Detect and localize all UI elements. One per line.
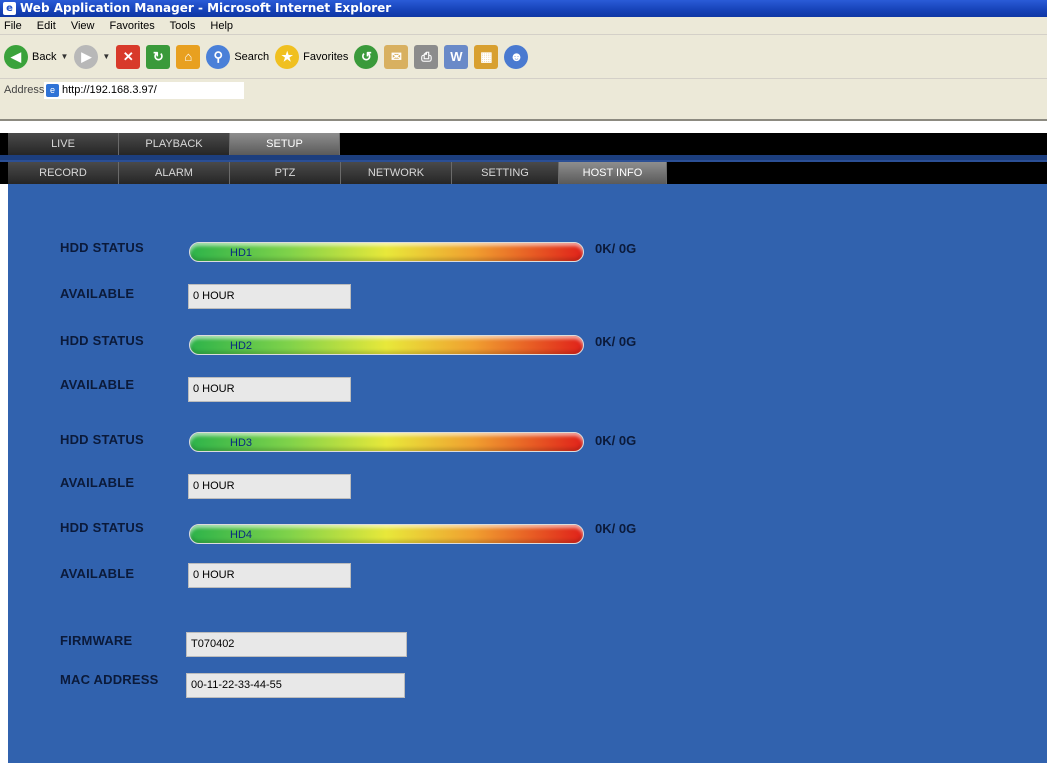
available-field: 0 HOUR [188,474,351,499]
firmware-label: FIRMWARE [60,633,133,648]
hdd-status-label: HDD STATUS [60,520,144,535]
search-icon: ⚲ [206,44,231,69]
tab-network[interactable]: NETWORK [341,162,452,184]
firmware-field: T070402 [186,632,407,657]
hdd-name: HD4 [230,529,253,541]
forward-button[interactable]: ▶ ▼ [74,44,110,69]
page-icon: e [46,84,59,97]
tab-live[interactable]: LIVE [8,133,119,155]
available-label: AVAILABLE [60,286,135,301]
tab-playback[interactable]: PLAYBACK [119,133,230,155]
hdd-name: HD1 [230,247,253,259]
back-button[interactable]: ◀ Back ▼ [4,44,68,69]
menu-file[interactable]: File [4,20,22,32]
address-label: Address [4,84,45,96]
messenger-icon[interactable]: ☻ [504,44,529,69]
stop-icon[interactable]: ✕ [116,44,141,69]
hdd-status-label: HDD STATUS [60,240,144,255]
available-field: 0 HOUR [188,563,351,588]
mac-address-field: 00-11-22-33-44-55 [186,673,405,698]
tab-setup[interactable]: SETUP [230,133,340,155]
available-label: AVAILABLE [60,566,135,581]
menu-view[interactable]: View [71,20,95,32]
menu-tools[interactable]: Tools [170,20,196,32]
secondary-nav: RECORD ALARM PTZ NETWORK SETTING HOST IN… [0,160,1047,184]
menu-bar: File Edit View Favorites Tools Help [0,17,1047,35]
mail-icon[interactable]: ✉ [384,44,409,69]
hdd-status-label: HDD STATUS [60,333,144,348]
tab-record[interactable]: RECORD [8,162,119,184]
tab-setting[interactable]: SETTING [452,162,559,184]
hdd-name: HD3 [230,437,253,449]
history-icon[interactable]: ↺ [354,44,379,69]
address-input[interactable]: e http://192.168.3.97/ [44,82,244,99]
hdd-usage-bar: HD4 [189,524,584,544]
browser-toolbar: ◀ Back ▼ ▶ ▼ ✕ ↻ ⌂ ⚲ Search ★ Favorites … [0,35,1047,79]
favorites-button-label: Favorites [303,50,349,63]
hdd-usage-bar: HD1 [189,242,584,262]
edit-icon[interactable]: W [444,44,469,69]
forward-arrow-icon: ▶ [74,44,99,69]
available-label: AVAILABLE [60,377,135,392]
hdd-usage-text: 0K/ 0G [595,433,637,448]
available-field: 0 HOUR [188,377,351,402]
menu-help[interactable]: Help [210,20,233,32]
tab-host-info[interactable]: HOST INFO [559,162,667,184]
search-button[interactable]: ⚲ Search [206,44,270,69]
hdd-usage-bar: HD3 [189,432,584,452]
hdd-usage-text: 0K/ 0G [595,334,637,349]
discuss-icon[interactable]: ▦ [474,44,499,69]
tab-ptz[interactable]: PTZ [230,162,341,184]
home-icon[interactable]: ⌂ [176,44,201,69]
address-url: http://192.168.3.97/ [62,84,157,96]
menu-favorites[interactable]: Favorites [110,20,155,32]
hdd-usage-text: 0K/ 0G [595,521,637,536]
back-arrow-icon: ◀ [4,44,28,69]
host-info-panel: HDD STATUS HD1 0K/ 0G AVAILABLE 0 HOUR H… [8,184,1047,763]
refresh-icon[interactable]: ↻ [146,44,171,69]
forward-dropdown-icon[interactable]: ▼ [102,52,110,61]
search-button-label: Search [234,50,270,63]
hdd-status-label: HDD STATUS [60,432,144,447]
favorites-button[interactable]: ★ Favorites [275,44,349,69]
back-button-label: Back [32,50,57,63]
window-title: Web Application Manager - Microsoft Inte… [20,1,392,15]
hdd-usage-text: 0K/ 0G [595,241,637,256]
tab-alarm[interactable]: ALARM [119,162,230,184]
left-margin [0,184,8,763]
available-field: 0 HOUR [188,284,351,309]
window-title-bar: e Web Application Manager - Microsoft In… [0,0,1047,17]
primary-nav: LIVE PLAYBACK SETUP [0,133,1047,155]
print-icon[interactable]: ⎙ [414,44,439,69]
hdd-usage-bar: HD2 [189,335,584,355]
mac-address-label: MAC ADDRESS [60,672,159,687]
menu-edit[interactable]: Edit [37,20,56,32]
available-label: AVAILABLE [60,475,135,490]
hdd-name: HD2 [230,340,253,352]
back-dropdown-icon[interactable]: ▼ [60,52,68,61]
favorites-star-icon: ★ [275,44,300,69]
address-bar: Address e http://192.168.3.97/ [0,79,1047,121]
ie-app-icon: e [3,2,16,15]
